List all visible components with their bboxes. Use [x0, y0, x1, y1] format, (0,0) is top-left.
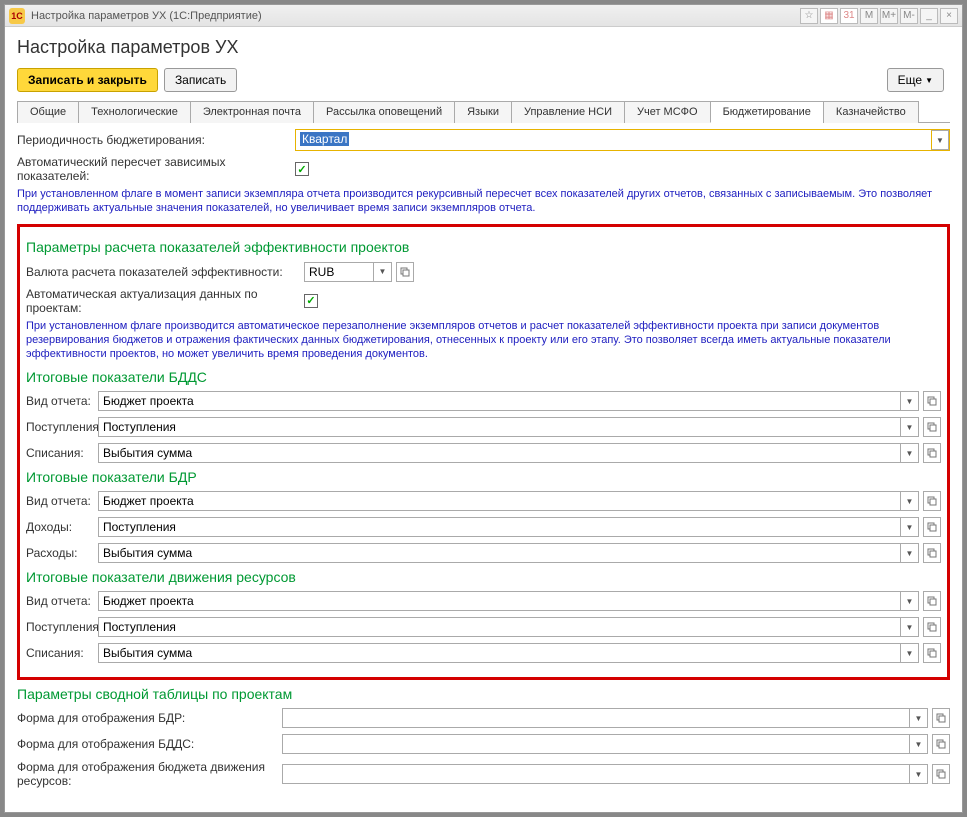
tab-msfo[interactable]: Учет МСФО [624, 101, 711, 123]
calendar-icon[interactable]: 31 [840, 8, 858, 24]
calculator-icon[interactable]: ▦ [820, 8, 838, 24]
window-title: Настройка параметров УХ (1С:Предприятие) [31, 10, 798, 22]
chevron-down-icon: ▼ [925, 76, 933, 85]
mem-mplus-button[interactable]: M+ [880, 8, 898, 24]
dropdown-icon[interactable]: ▼ [901, 491, 919, 511]
mem-m-button[interactable]: M [860, 8, 878, 24]
open-button[interactable] [923, 543, 941, 563]
open-button[interactable] [932, 708, 950, 728]
toolbar: Записать и закрыть Записать Еще▼ [17, 68, 950, 92]
bdr-out-label: Расходы: [26, 546, 98, 560]
dropdown-icon[interactable]: ▼ [901, 591, 919, 611]
periodicity-dropdown-icon[interactable]: ▼ [931, 130, 949, 150]
section-title-summary: Параметры сводной таблицы по проектам [17, 686, 950, 702]
open-button[interactable] [923, 443, 941, 463]
periodicity-value: Квартал [300, 132, 349, 146]
tab-bar: Общие Технологические Электронная почта … [17, 100, 950, 123]
section-title-efficiency: Параметры расчета показателей эффективно… [26, 239, 941, 255]
tab-nsi[interactable]: Управление НСИ [511, 101, 625, 123]
summary-bdr-label: Форма для отображения БДР: [17, 711, 282, 725]
highlighted-section: Параметры расчета показателей эффективно… [17, 224, 950, 681]
dropdown-icon[interactable]: ▼ [901, 443, 919, 463]
currency-open-button[interactable] [396, 262, 414, 282]
bdr-report-input[interactable] [98, 491, 901, 511]
app-logo: 1C [9, 8, 25, 24]
resmove-out-input[interactable] [98, 643, 901, 663]
dropdown-icon[interactable]: ▼ [910, 734, 928, 754]
dropdown-icon[interactable]: ▼ [901, 643, 919, 663]
summary-bdr-input[interactable] [282, 708, 910, 728]
currency-label: Валюта расчета показателей эффективности… [26, 265, 304, 279]
summary-res-input[interactable] [282, 764, 910, 784]
open-button[interactable] [923, 391, 941, 411]
auto-actualize-checkbox[interactable]: ✓ [304, 294, 318, 308]
bdds-in-label: Поступления: [26, 420, 98, 434]
summary-bdds-label: Форма для отображения БДДС: [17, 737, 282, 751]
bdds-out-label: Списания: [26, 446, 98, 460]
tab-notifications[interactable]: Рассылка оповещений [313, 101, 455, 123]
minimize-button[interactable]: _ [920, 8, 938, 24]
currency-input[interactable] [304, 262, 374, 282]
auto-recalc-label: Автоматический пересчет зависимых показа… [17, 155, 295, 183]
dropdown-icon[interactable]: ▼ [901, 517, 919, 537]
auto-actualize-label: Автоматическая актуализация данных по пр… [26, 287, 304, 315]
dropdown-icon[interactable]: ▼ [910, 708, 928, 728]
summary-res-label: Форма для отображения бюджета движения р… [17, 760, 282, 788]
dropdown-icon[interactable]: ▼ [901, 543, 919, 563]
open-button[interactable] [923, 617, 941, 637]
tab-common[interactable]: Общие [17, 101, 79, 123]
dropdown-icon[interactable]: ▼ [901, 391, 919, 411]
bdds-out-input[interactable] [98, 443, 901, 463]
help-text-actualize: При установленном флаге производится авт… [26, 319, 941, 362]
section-title-resmove: Итоговые показатели движения ресурсов [26, 569, 941, 585]
close-button[interactable]: × [940, 8, 958, 24]
open-button[interactable] [923, 491, 941, 511]
periodicity-field[interactable]: Квартал ▼ [295, 129, 950, 151]
auto-recalc-checkbox[interactable]: ✓ [295, 162, 309, 176]
open-button[interactable] [923, 517, 941, 537]
bdr-in-input[interactable] [98, 517, 901, 537]
more-button[interactable]: Еще▼ [887, 68, 944, 92]
bdr-out-input[interactable] [98, 543, 901, 563]
currency-field[interactable]: ▼ [304, 262, 392, 282]
bdds-in-input[interactable] [98, 417, 901, 437]
dropdown-icon[interactable]: ▼ [910, 764, 928, 784]
dropdown-icon[interactable]: ▼ [901, 417, 919, 437]
app-window: 1C Настройка параметров УХ (1С:Предприят… [4, 4, 963, 813]
page-title: Настройка параметров УХ [17, 37, 950, 58]
help-text-recalc: При установленном флаге в момент записи … [17, 187, 950, 216]
write-and-close-button[interactable]: Записать и закрыть [17, 68, 158, 92]
resmove-report-label: Вид отчета: [26, 594, 98, 608]
mem-mminus-button[interactable]: M- [900, 8, 918, 24]
open-button[interactable] [923, 643, 941, 663]
section-title-bdds: Итоговые показатели БДДС [26, 369, 941, 385]
tab-budgeting[interactable]: Бюджетирование [710, 101, 824, 123]
bdds-report-input[interactable] [98, 391, 901, 411]
resmove-in-input[interactable] [98, 617, 901, 637]
bdr-report-label: Вид отчета: [26, 494, 98, 508]
write-button[interactable]: Записать [164, 68, 237, 92]
titlebar: 1C Настройка параметров УХ (1С:Предприят… [5, 5, 962, 27]
tab-languages[interactable]: Языки [454, 101, 512, 123]
dropdown-icon[interactable]: ▼ [901, 617, 919, 637]
resmove-out-label: Списания: [26, 646, 98, 660]
tab-tech[interactable]: Технологические [78, 101, 191, 123]
open-button[interactable] [932, 734, 950, 754]
open-button[interactable] [932, 764, 950, 784]
section-title-bdr: Итоговые показатели БДР [26, 469, 941, 485]
tab-treasury[interactable]: Казначейство [823, 101, 919, 123]
currency-dropdown-icon[interactable]: ▼ [374, 262, 392, 282]
open-button[interactable] [923, 417, 941, 437]
bdr-in-label: Доходы: [26, 520, 98, 534]
bdds-report-label: Вид отчета: [26, 394, 98, 408]
periodicity-label: Периодичность бюджетирования: [17, 133, 295, 147]
open-button[interactable] [923, 591, 941, 611]
resmove-in-label: Поступления: [26, 620, 98, 634]
tab-email[interactable]: Электронная почта [190, 101, 314, 123]
summary-bdds-input[interactable] [282, 734, 910, 754]
resmove-report-input[interactable] [98, 591, 901, 611]
star-icon[interactable]: ☆ [800, 8, 818, 24]
